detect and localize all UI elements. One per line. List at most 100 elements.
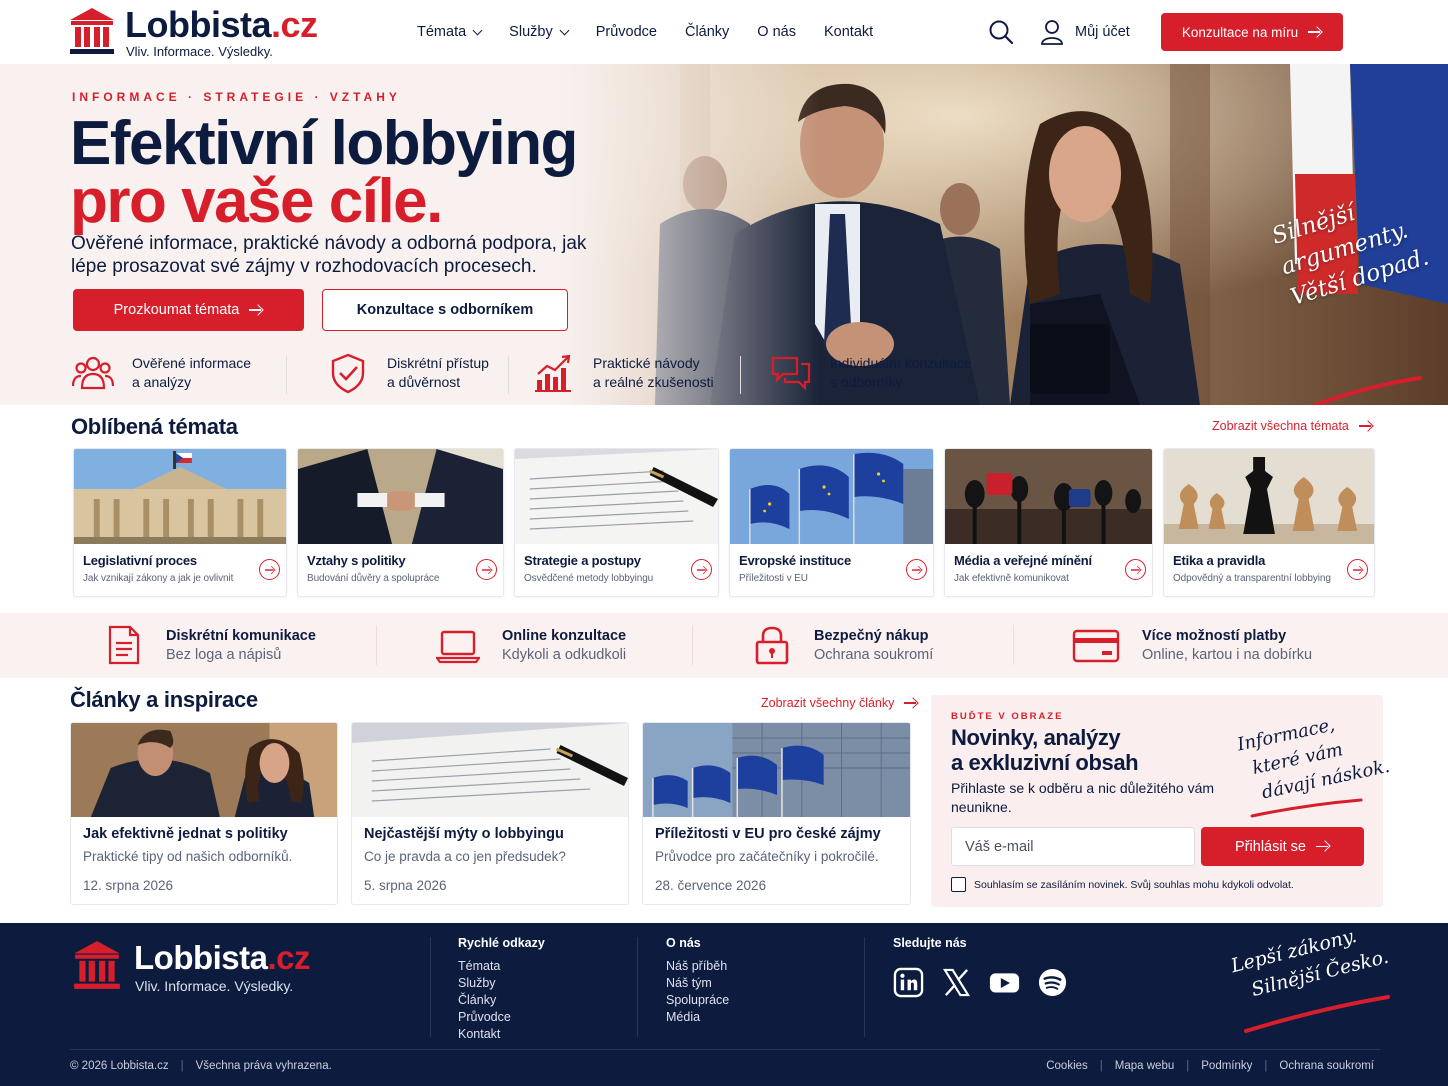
article-title: Nejčastější mýty o lobbyingu [364,826,564,842]
article-card[interactable]: Jak efektivně jednat s politiky Praktick… [70,722,338,905]
chess-pieces-image [1164,449,1374,544]
nav-item-pruvodce[interactable]: Průvodce [596,24,657,40]
politicians-meeting-image [71,723,337,817]
footer-logo[interactable]: Lobbista.cz Vliv. Informace. Výsledky. [70,937,330,997]
topic-subtitle: Jak efektivně komunikovat [954,573,1069,584]
topic-subtitle: Budování důvěry a spolupráce [307,573,440,584]
feature-discretion: Diskrétní přístup a důvěrnost [327,352,489,394]
laptop-icon [436,630,480,664]
article-card[interactable]: Příležitosti v EU pro české zájmy Průvod… [642,722,911,905]
footer-link[interactable]: Články [458,992,545,1009]
arrow-circle-icon[interactable] [476,559,497,580]
topic-card-legislation[interactable]: Legislativní proces Jak vznikají zákony … [73,448,287,597]
hero-title-accent: pro vaše cíle. [70,167,443,236]
article-card[interactable]: Nejčastější mýty o lobbyingu Co je pravd… [351,722,629,905]
legal-link-sitemap[interactable]: Mapa webu [1115,1060,1174,1072]
linkedin-icon[interactable] [893,967,924,998]
youtube-icon[interactable] [989,967,1020,998]
lock-icon [755,626,789,665]
all-topics-link[interactable]: Zobrazit všechna témata [1212,419,1373,433]
script-underline [1250,798,1363,818]
footer-brand: Lobbista.cz [134,939,311,976]
newsletter-eyebrow: BUĎTE V OBRAZE [951,711,1064,722]
expert-consultation-button[interactable]: Konzultace s odborníkem [322,289,568,331]
email-input[interactable]: Váš e-mail [951,827,1195,866]
hero-eyebrow: INFORMACE · STRATEGIE · VZTAHY [72,90,401,104]
footer-social: Sledujte nás [893,936,967,950]
topic-title: Legislativní proces [83,553,197,568]
newsletter-box: BUĎTE V OBRAZE Novinky, analýzy a exkluz… [931,695,1392,907]
arrow-circle-icon[interactable] [1347,559,1368,580]
x-icon[interactable] [941,967,972,998]
arrow-circle-icon[interactable] [259,559,280,580]
articles-title: Články a inspirace [70,687,258,712]
site-footer: Lobbista.cz Vliv. Informace. Výsledky. R… [0,923,1448,1086]
nav-item-o-nas[interactable]: O nás [757,24,796,40]
card-icon [1072,629,1120,663]
topic-card-media[interactable]: Média a veřejné mínění Jak efektivně kom… [944,448,1153,597]
topics-title: Oblíbená témata [71,414,238,439]
article-title: Příležitosti v EU pro české zájmy [655,826,881,842]
chevron-down-icon [472,25,483,35]
footer-link[interactable]: Průvodce [458,1009,545,1026]
topic-card-politicians[interactable]: Vztahy s politiky Budování důvěry a spol… [297,448,504,597]
legal-link-privacy[interactable]: Ochrana soukromí [1279,1060,1374,1072]
all-articles-link[interactable]: Zobrazit všechny články [761,696,918,710]
legal-link-cookies[interactable]: Cookies [1046,1060,1088,1072]
topic-title: Strategie a postupy [524,553,641,568]
footer-link[interactable]: Náš příběh [666,958,729,975]
brand-tagline: Vliv. Informace. Výsledky. [126,44,273,59]
footer-link[interactable]: Témata [458,958,545,975]
user-icon [1041,20,1063,45]
topic-card-strategy[interactable]: Strategie a postupy Osvědčené metody lob… [514,448,719,597]
footer-link[interactable]: Spolupráce [666,992,729,1009]
document-pen-image [352,723,628,817]
topic-subtitle: Osvědčené metody lobbyingu [524,573,654,584]
topic-card-eu[interactable]: Evropské instituce Příležitosti v EU [729,448,934,597]
topic-subtitle: Příležitosti v EU [739,573,808,584]
arrow-right-icon [904,698,918,708]
chevron-down-icon [559,25,570,35]
shield-check-icon [331,353,365,394]
topic-title: Evropské instituce [739,553,851,568]
footer-slogan-underline [1244,995,1390,1033]
explore-topics-button[interactable]: Prozkoumat témata [73,289,304,331]
footer-link[interactable]: Média [666,1009,729,1026]
legal-link-terms[interactable]: Podmínky [1201,1060,1252,1072]
footer-link[interactable]: Kontakt [458,1026,545,1043]
nav-item-sluzby[interactable]: Služby [509,24,570,40]
arrow-right-icon [1308,27,1322,37]
topic-title: Etika a pravidla [1173,553,1266,568]
subscribe-button[interactable]: Přihlásit se [1201,827,1364,866]
account-link[interactable]: Můj účet [1040,19,1130,45]
site-logo[interactable]: Lobbista.cz Vliv. Informace. Výsledky. [68,4,338,60]
arrow-circle-icon[interactable] [691,559,712,580]
footer-tagline: Vliv. Informace. Výsledky. [135,978,294,994]
consent-checkbox[interactable]: Souhlasím se zasíláním novinek. Svůj sou… [951,877,1294,892]
brand-name: Lobbista.cz [125,4,318,45]
topic-card-ethics[interactable]: Etika a pravidla Odpovědný a transparent… [1163,448,1375,597]
nav-item-clanky[interactable]: Články [685,24,729,40]
arrow-right-icon [1315,842,1330,852]
document-icon [108,625,140,665]
chat-icon [771,356,811,391]
footer-link[interactable]: Náš tým [666,975,729,992]
consultation-button[interactable]: Konzultace na míru [1161,13,1343,51]
nav-item-kontakt[interactable]: Kontakt [824,24,873,40]
benefit-discreet: Diskrétní komunikace Bez loga a nápisů [104,625,316,665]
search-icon[interactable] [988,19,1014,45]
microphones-image [945,449,1152,544]
feature-practical-guides: Praktické návody a reálné zkušenosti [533,352,714,394]
nav-item-temata[interactable]: Témata [417,24,483,40]
checkbox-icon[interactable] [951,877,966,892]
spotify-icon[interactable] [1037,967,1068,998]
benefit-online: Online konzultace Kdykoli a odkudkoli [436,625,626,665]
newsletter-script: Informace, které vám dávají náskok. [1235,714,1392,804]
footer-link[interactable]: Služby [458,975,545,992]
main-nav: Témata Služby Průvodce Články O nás Kont… [417,24,901,40]
account-label: Můj účet [1075,24,1130,40]
article-subtitle: Praktické tipy od našich odborníků. [83,849,293,864]
article-date: 28. července 2026 [655,878,767,893]
arrow-circle-icon[interactable] [1125,559,1146,580]
arrow-circle-icon[interactable] [906,559,927,580]
